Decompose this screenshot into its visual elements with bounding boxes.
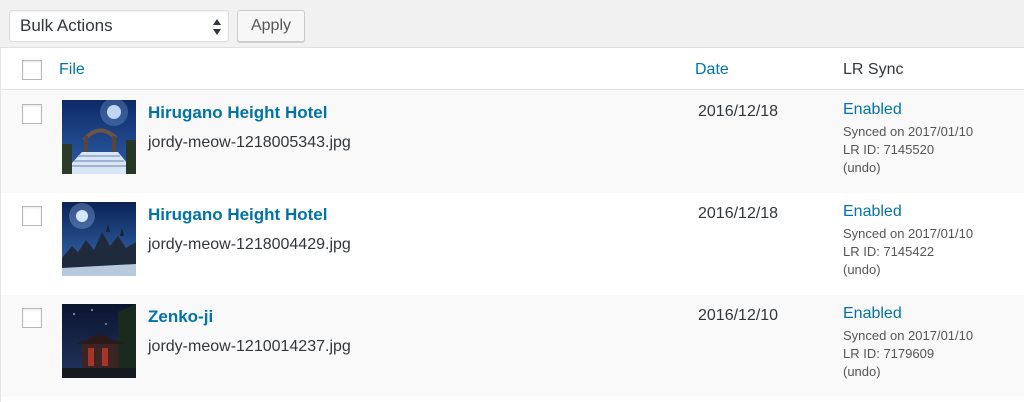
file-date: 2016/12/18 <box>698 103 779 120</box>
table-header: File Date LR Sync <box>1 48 1024 90</box>
table-row: Hirugano Height Hotel jordy-meow-1218004… <box>1 193 1024 295</box>
file-name: jordy-meow-1218004429.jpg <box>148 236 351 253</box>
photo-thumbnail[interactable] <box>62 304 136 378</box>
table-row: Zenko-ji jordy-meow-1210014237.jpg 2016/… <box>1 295 1024 397</box>
photo-moon-forest-icon <box>62 202 136 276</box>
file-title-link[interactable]: Zenko-ji <box>148 306 213 328</box>
file-title-link[interactable]: Hirugano Height Hotel <box>148 102 327 124</box>
photo-bridge-night-icon <box>62 100 136 174</box>
undo-link[interactable]: (undo) <box>843 261 881 279</box>
file-name: jordy-meow-1210014237.jpg <box>148 338 351 355</box>
photo-thumbnail[interactable] <box>62 202 136 276</box>
file-date: 2016/12/18 <box>698 205 779 222</box>
column-header-date[interactable]: Date <box>695 60 729 80</box>
media-table: File Date LR Sync Hirugano Height Hotel … <box>0 47 1024 402</box>
sync-status-link[interactable]: Enabled <box>843 100 902 120</box>
bulk-actions-value: Bulk Actions <box>20 16 113 35</box>
row-checkbox[interactable] <box>22 308 42 328</box>
lr-id: LR ID: 7179609 <box>843 346 935 361</box>
file-date: 2016/12/10 <box>698 307 779 324</box>
photo-thumbnail[interactable] <box>62 100 136 174</box>
synced-date: Synced on 2017/01/10 <box>843 328 974 343</box>
row-checkbox[interactable] <box>22 206 42 226</box>
sync-status-link[interactable]: Enabled <box>843 202 902 222</box>
undo-link[interactable]: (undo) <box>843 159 881 177</box>
column-header-file[interactable]: File <box>59 60 85 80</box>
apply-button[interactable]: Apply <box>237 10 305 42</box>
bulk-actions-select[interactable]: Bulk Actions <box>9 10 229 42</box>
synced-date: Synced on 2017/01/10 <box>843 124 974 139</box>
lr-id: LR ID: 7145520 <box>843 142 935 157</box>
select-all-checkbox[interactable] <box>22 60 42 80</box>
file-name: jordy-meow-1218005343.jpg <box>148 134 351 151</box>
lr-id: LR ID: 7145422 <box>843 244 935 259</box>
undo-link[interactable]: (undo) <box>843 363 881 381</box>
file-title-link[interactable]: Hirugano Height Hotel <box>148 204 327 226</box>
sync-status-link[interactable]: Enabled <box>843 304 902 324</box>
select-arrows-icon <box>213 19 221 35</box>
column-header-lr-sync: LR Sync <box>843 61 904 78</box>
bulk-actions-toolbar: Bulk Actions Apply <box>0 0 1024 47</box>
synced-date: Synced on 2017/01/10 <box>843 226 974 241</box>
photo-temple-night-icon <box>62 304 136 378</box>
row-checkbox[interactable] <box>22 104 42 124</box>
table-row: Hirugano Height Hotel jordy-meow-1218005… <box>1 91 1024 193</box>
